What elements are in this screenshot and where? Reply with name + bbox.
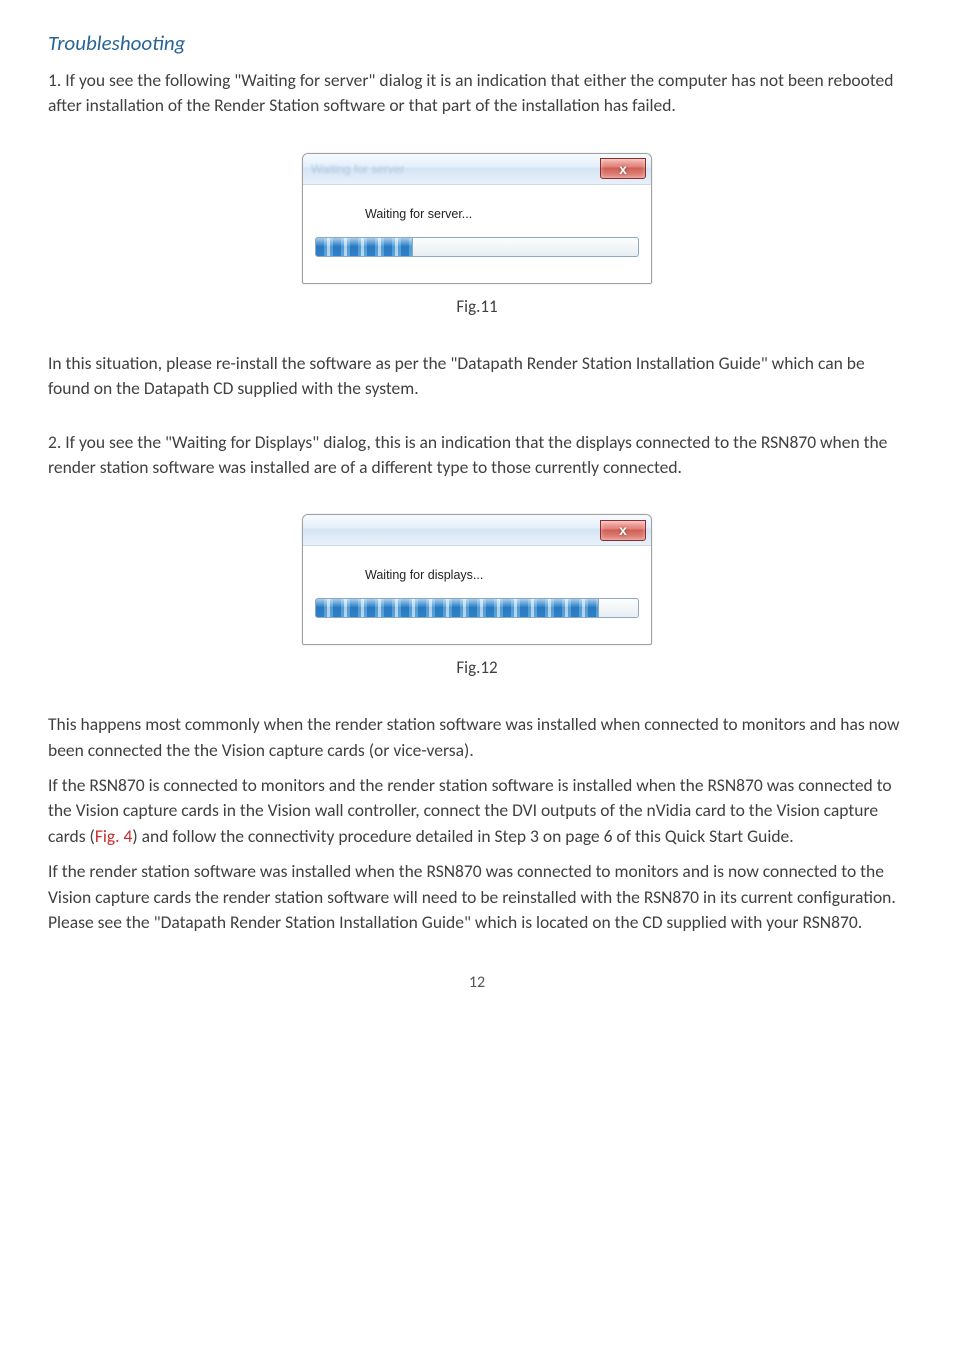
figure-12-caption: Fig.12 bbox=[48, 657, 906, 678]
paragraph-6: If the render station software was insta… bbox=[48, 859, 906, 935]
paragraph-1: 1. If you see the following "Waiting for… bbox=[48, 68, 906, 119]
close-button[interactable]: x bbox=[600, 520, 646, 541]
paragraph-4: This happens most commonly when the rend… bbox=[48, 712, 906, 763]
waiting-for-server-dialog: Waiting for server x Waiting for server.… bbox=[302, 153, 652, 284]
figure-4-link[interactable]: Fig. 4 bbox=[95, 825, 133, 847]
progress-bar bbox=[315, 237, 639, 257]
dialog-titlebar: x bbox=[303, 515, 651, 546]
document-page: Troubleshooting 1. If you see the follow… bbox=[0, 0, 954, 992]
dialog-message: Waiting for displays... bbox=[365, 568, 639, 582]
progress-bar bbox=[315, 598, 639, 618]
paragraph-5: If the RSN870 is connected to monitors a… bbox=[48, 773, 906, 849]
close-icon: x bbox=[619, 162, 627, 176]
close-button[interactable]: x bbox=[600, 158, 646, 179]
close-icon: x bbox=[619, 523, 627, 537]
paragraph-5-part-b: ) and follow the connectivity procedure … bbox=[132, 825, 793, 847]
waiting-for-displays-dialog: x Waiting for displays... bbox=[302, 514, 652, 645]
page-number: 12 bbox=[48, 973, 906, 992]
figure-11-wrap: Waiting for server x Waiting for server.… bbox=[48, 153, 906, 284]
figure-12-wrap: x Waiting for displays... bbox=[48, 514, 906, 645]
dialog-body: Waiting for displays... bbox=[303, 546, 651, 644]
dialog-body: Waiting for server... bbox=[303, 185, 651, 283]
figure-11-caption: Fig.11 bbox=[48, 296, 906, 317]
dialog-title-text: Waiting for server bbox=[311, 162, 405, 176]
progress-fill bbox=[316, 599, 599, 617]
paragraph-2: In this situation, please re-install the… bbox=[48, 351, 906, 402]
dialog-titlebar: Waiting for server x bbox=[303, 154, 651, 185]
dialog-message: Waiting for server... bbox=[365, 207, 639, 221]
section-title: Troubleshooting bbox=[48, 30, 906, 56]
progress-fill bbox=[316, 238, 413, 256]
paragraph-3: 2. If you see the "Waiting for Displays"… bbox=[48, 430, 906, 481]
